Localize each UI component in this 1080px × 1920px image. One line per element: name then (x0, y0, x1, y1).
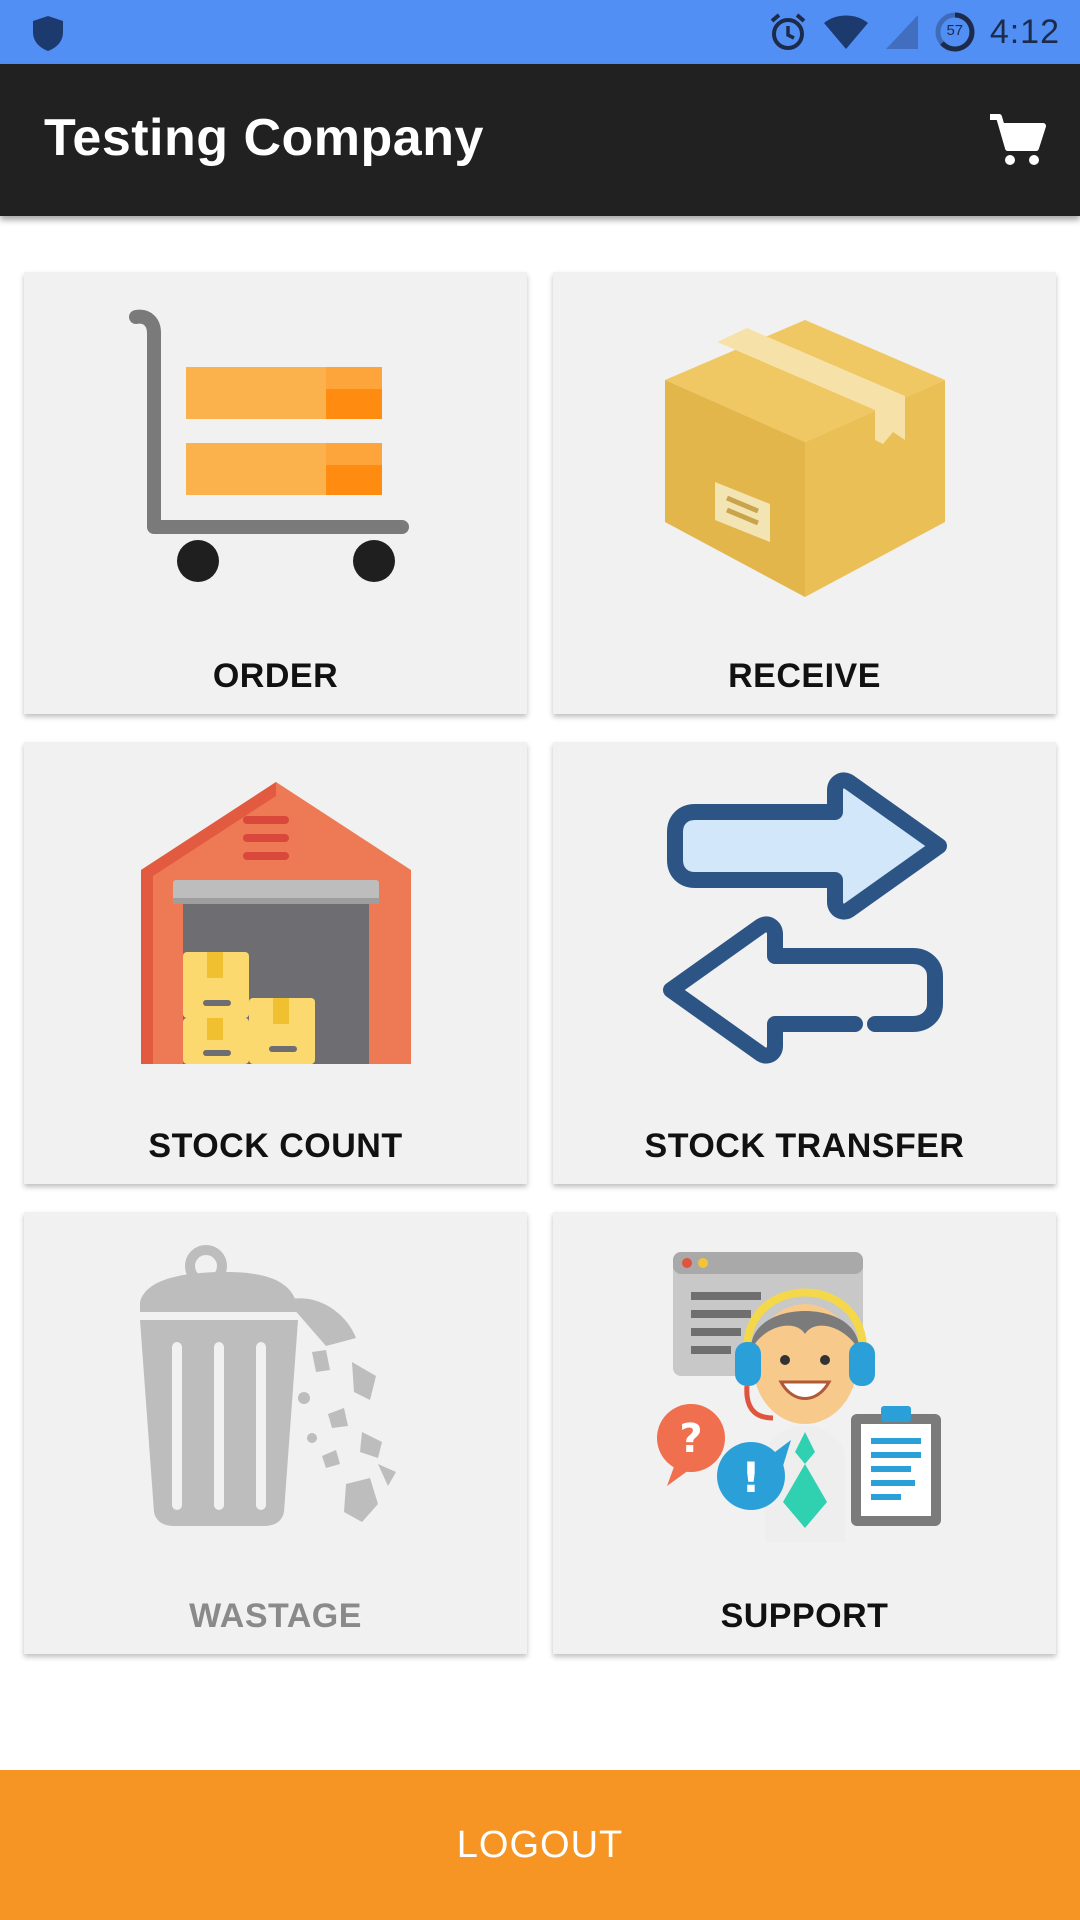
wifi-icon (823, 15, 868, 49)
tile-label: WASTAGE (189, 1597, 362, 1635)
tile-order[interactable]: ORDER (24, 272, 527, 714)
svg-text:?: ? (679, 1416, 702, 1462)
status-bar: 57 4:12 (0, 0, 1080, 64)
app-bar: Testing Company (0, 64, 1080, 216)
tile-stock-count[interactable]: STOCK COUNT (24, 742, 527, 1184)
tile-label: STOCK TRANSFER (644, 1127, 965, 1165)
logout-button[interactable]: LOGOUT (0, 1770, 1080, 1920)
transfer-arrows-icon (662, 772, 947, 1064)
tile-receive[interactable]: RECEIVE (553, 272, 1056, 714)
cart-icon[interactable] (988, 112, 1046, 170)
trolley-icon (128, 309, 409, 582)
page-title: Testing Company (44, 109, 484, 167)
alarm-icon (770, 13, 806, 50)
tile-stock-transfer[interactable]: STOCK TRANSFER (553, 742, 1056, 1184)
warehouse-icon (140, 782, 411, 1064)
shield-icon (33, 16, 63, 51)
trash-icon (139, 1245, 396, 1526)
tile-label: STOCK COUNT (148, 1127, 403, 1165)
tile-label: ORDER (212, 657, 339, 695)
logout-label: LOGOUT (456, 1823, 624, 1866)
battery-level: 57 (946, 22, 964, 39)
clock-time: 4:12 (989, 12, 1060, 51)
tile-support[interactable]: ? ! SUPPORT (553, 1212, 1056, 1654)
tile-label: RECEIVE (728, 657, 881, 695)
svg-text:!: ! (741, 1453, 760, 1502)
support-agent-icon: ? ! (656, 1252, 941, 1542)
battery-icon: 57 (934, 11, 976, 53)
signal-icon (885, 15, 918, 49)
tile-wastage[interactable]: WASTAGE (24, 1212, 527, 1654)
tile-label: SUPPORT (720, 1597, 889, 1635)
box-icon (664, 320, 945, 597)
